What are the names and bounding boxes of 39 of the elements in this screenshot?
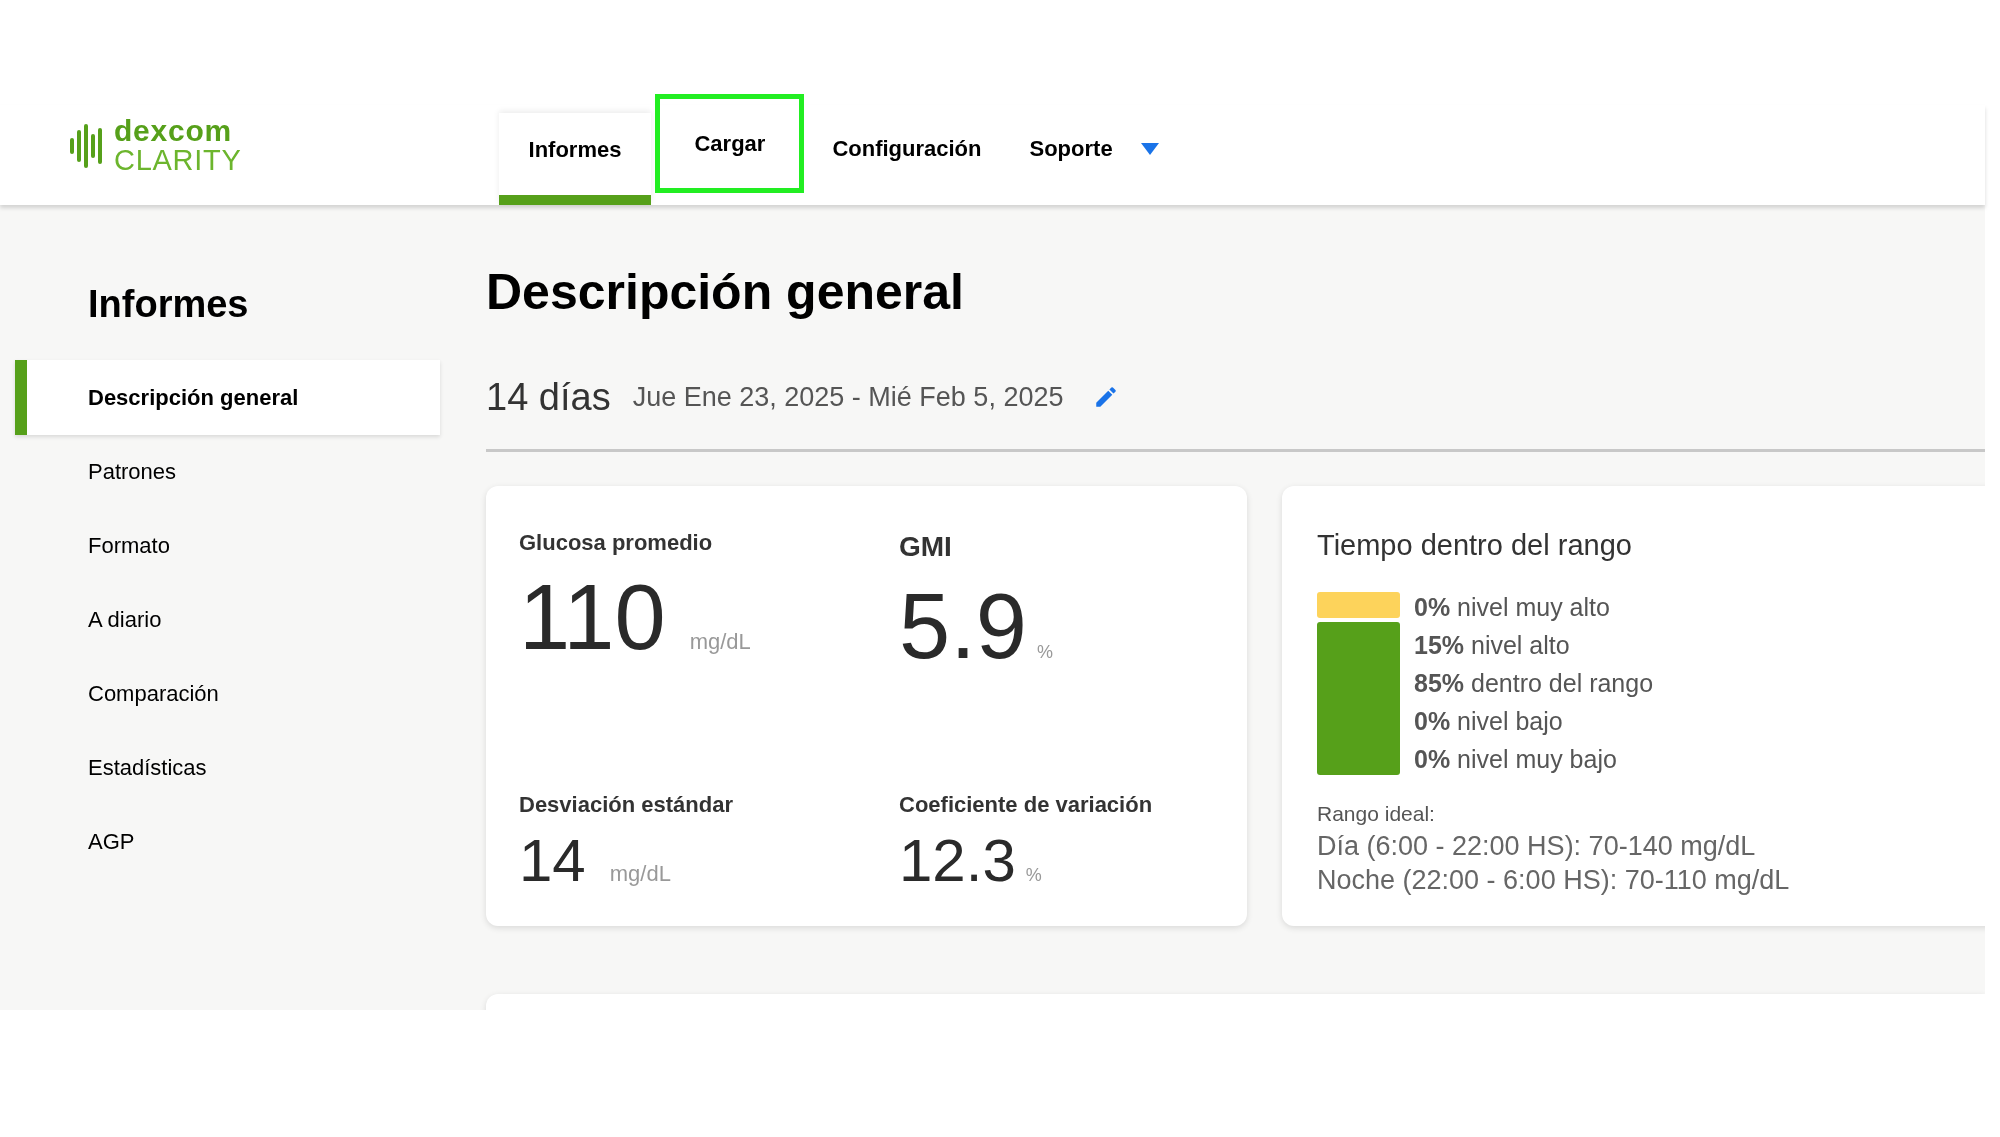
legend-text: 0% nivel bajo bbox=[1414, 705, 1564, 737]
logo-subtitle: CLARITY bbox=[114, 146, 242, 175]
sidebar-item[interactable]: Comparación bbox=[15, 656, 440, 731]
metric-value: 12.3 bbox=[899, 831, 1016, 891]
metric-unit: % bbox=[1025, 864, 1042, 887]
nav-tab[interactable]: Informes bbox=[498, 113, 652, 205]
page-title: Descripción general bbox=[486, 267, 965, 317]
nav-tab[interactable]: Configuración bbox=[808, 102, 1006, 195]
sidebar-item[interactable]: Estadísticas bbox=[15, 730, 440, 805]
logo-wordmark: dexcom bbox=[114, 116, 233, 146]
ideal-range-label: Rango ideal: bbox=[1317, 800, 1436, 827]
sidebar-item[interactable]: A diario bbox=[15, 582, 440, 657]
ideal-range-text: Noche (22:00 - 6:00 HS): 70-110 mg/dL bbox=[1317, 864, 1791, 897]
dropdown-menu-button[interactable]: Soporte bbox=[1005, 102, 1183, 195]
legend-text: 85% dentro del rango bbox=[1414, 667, 1654, 699]
caret-icon bbox=[1140, 142, 1159, 155]
ideal-range-text: Día (6:00 - 22:00 HS): 70-140 mg/dL bbox=[1317, 830, 1757, 863]
legend-text: 15% nivel alto bbox=[1414, 629, 1571, 661]
metric-value: 110 bbox=[519, 571, 666, 663]
sidebar-item[interactable]: Patrones bbox=[15, 434, 440, 509]
legend-text: 0% nivel muy alto bbox=[1414, 591, 1611, 623]
metric-label: GMI bbox=[899, 530, 953, 564]
metric-label: Coeficiente de variación bbox=[899, 791, 1154, 819]
metric-unit: mg/dL bbox=[609, 860, 671, 888]
metric-label: Desviación estándar bbox=[519, 791, 734, 819]
metric-value: 5.9 bbox=[899, 580, 1027, 672]
sidebar-item[interactable]: AGP bbox=[15, 804, 440, 879]
sidebar-title: Informes bbox=[88, 285, 250, 323]
metric-unit: % bbox=[1036, 641, 1053, 664]
date-range: Jue Ene 23, 2025 - Mié Feb 5, 2025 bbox=[632, 380, 1064, 414]
legend-text: 0% nivel muy bajo bbox=[1414, 743, 1618, 775]
period-label: 14 días bbox=[486, 374, 611, 420]
card-title: Tiempo dentro del rango bbox=[1317, 528, 1633, 563]
metric-value: 14 bbox=[519, 831, 586, 891]
sidebar-item[interactable]: Formato bbox=[15, 508, 440, 583]
sidebar-item[interactable]: Descripción general bbox=[15, 360, 440, 435]
nav-tab[interactable]: Cargar bbox=[655, 94, 805, 193]
metric-unit: mg/dL bbox=[689, 628, 751, 656]
metric-label: Glucosa promedio bbox=[519, 529, 714, 557]
